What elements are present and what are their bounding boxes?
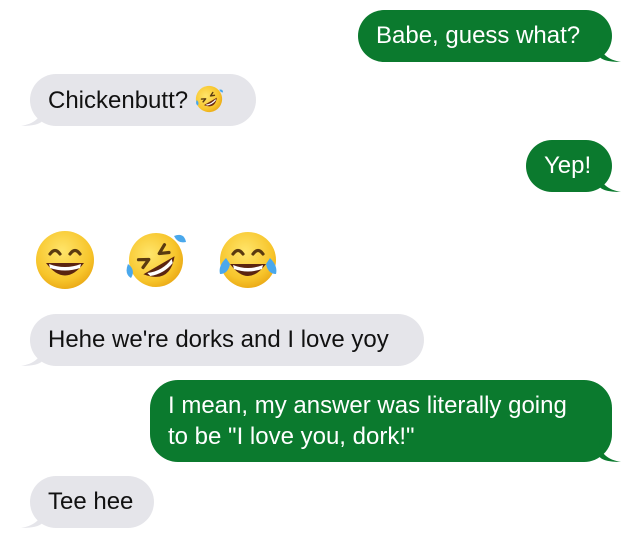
message-bubble-received[interactable]: Chickenbutt? [21,74,256,126]
message-text-line: I mean, my answer was literally going [168,392,567,419]
bubble-tail [21,344,43,366]
bubble-tail [599,40,621,62]
message-text-line: to be "I love you, dork!" [168,423,415,450]
grinning-squinting-icon [36,231,94,289]
message-text: Chickenbutt? [48,87,189,114]
tears-of-joy-icon [219,232,277,288]
message-text: Babe, guess what? [376,22,581,49]
message-text: Hehe we're dorks and I love yoy [48,326,389,353]
rolling-on-floor-laughing-icon [126,233,186,287]
message-bubble-received[interactable]: Tee hee [21,476,154,528]
bubble-tail [21,506,43,528]
rolling-on-floor-laughing-icon [195,85,224,113]
bubble-tail [21,104,43,126]
bubble-tail [599,170,621,192]
message-bubble-sent[interactable]: Yep! [526,140,621,192]
message-bubble-sent[interactable]: Babe, guess what? [358,10,621,62]
message-bubble-received[interactable]: Hehe we're dorks and I love yoy [21,314,424,366]
message-text: Yep! [544,152,592,179]
bubble-tail [599,440,621,462]
message-text: Tee hee [48,488,134,515]
message-bubble-sent[interactable]: I mean, my answer was literally going to… [150,380,621,462]
